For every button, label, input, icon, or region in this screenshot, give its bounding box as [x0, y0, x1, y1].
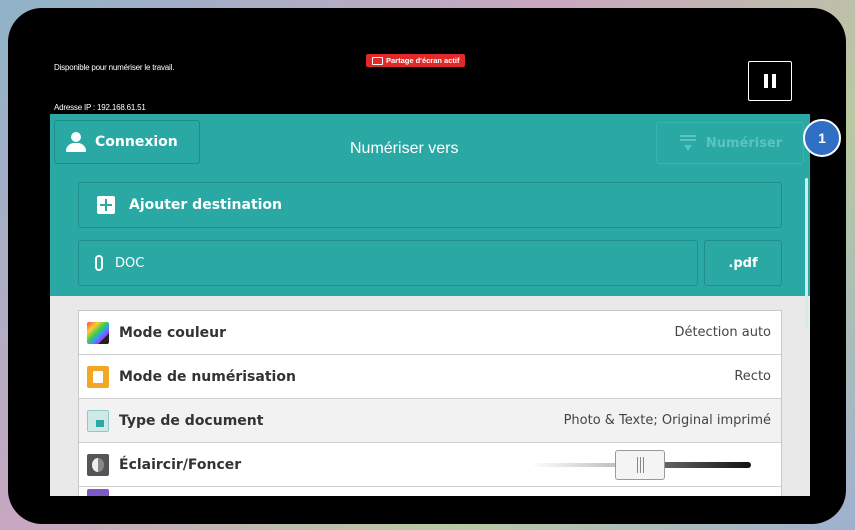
- scan-button[interactable]: Numériser: [656, 122, 804, 164]
- setting-label: Mode couleur: [119, 324, 226, 341]
- scan-mode-icon: [87, 365, 109, 388]
- pause-button[interactable]: [748, 61, 792, 101]
- user-icon: [65, 132, 87, 152]
- add-destination-button[interactable]: Ajouter destination: [78, 182, 782, 228]
- scan-screen: Connexion Numériser vers Numériser Ajout…: [50, 114, 810, 496]
- setting-value: Détection auto: [674, 325, 771, 340]
- screen-share-label: Partage d'écran actif: [386, 56, 460, 65]
- setting-label: Mode de numérisation: [119, 368, 296, 385]
- setting-value: Recto: [734, 369, 771, 384]
- pause-icon-bar: [764, 74, 768, 88]
- header-panel: Connexion Numériser vers Numériser Ajout…: [50, 114, 810, 328]
- slider-thumb[interactable]: [615, 449, 665, 480]
- lighten-darken-icon: [87, 453, 109, 476]
- setting-document-type[interactable]: Type de document Photo & Texte; Original…: [79, 399, 781, 443]
- document-type-icon: [87, 409, 109, 432]
- screen-share-icon: [372, 56, 383, 65]
- screen-share-badge: Partage d'écran actif: [366, 54, 466, 67]
- file-format-label: .pdf: [728, 255, 758, 271]
- pause-icon-bar: [772, 74, 776, 88]
- file-name-field[interactable]: DOC: [78, 240, 698, 286]
- setting-scan-mode[interactable]: Mode de numérisation Recto: [79, 355, 781, 399]
- login-button[interactable]: Connexion: [54, 120, 200, 164]
- setting-label: Type de document: [119, 412, 264, 429]
- page-title: Numériser vers: [350, 140, 459, 157]
- ip-address: Adresse IP : 192.168.61.51: [54, 103, 146, 112]
- setting-value: Photo & Texte; Original imprimé: [563, 413, 771, 428]
- setting-color-mode[interactable]: Mode couleur Détection auto: [79, 311, 781, 355]
- callout-badge: 1: [803, 119, 841, 157]
- slider-track-light: [531, 462, 621, 467]
- color-mode-icon: [87, 321, 109, 344]
- add-destination-label: Ajouter destination: [129, 197, 283, 213]
- settings-list: Mode couleur Détection auto Mode de numé…: [78, 310, 782, 496]
- login-label: Connexion: [95, 134, 178, 150]
- plus-icon: [97, 196, 115, 214]
- slider-track-dark: [661, 461, 751, 468]
- setting-label: Éclaircir/Foncer: [119, 456, 242, 473]
- setting-next-partial[interactable]: [79, 487, 781, 496]
- file-name: DOC: [115, 255, 145, 271]
- setting-lighten-darken[interactable]: Éclaircir/Foncer: [79, 443, 781, 487]
- setting-icon: [87, 488, 109, 496]
- lighten-darken-slider[interactable]: [531, 449, 771, 480]
- scan-label: Numériser: [705, 135, 783, 151]
- scanner-icon: [678, 133, 698, 153]
- scrollbar[interactable]: [805, 178, 808, 328]
- device-frame: Disponible pour numériser le travail. Ad…: [8, 8, 846, 524]
- paperclip-icon: [95, 255, 103, 271]
- file-format-button[interactable]: .pdf: [704, 240, 782, 286]
- status-message: Disponible pour numériser le travail.: [54, 63, 175, 72]
